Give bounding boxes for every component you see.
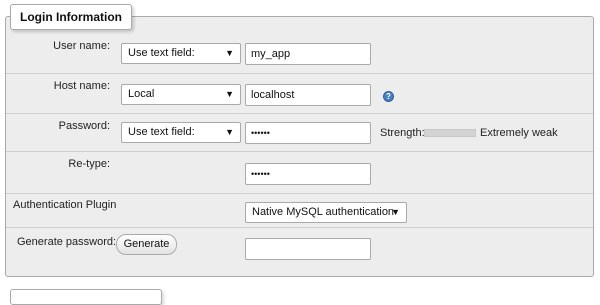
row-divider (6, 227, 593, 228)
chevron-down-icon: ▼ (391, 207, 400, 217)
password-label: Password: (58, 120, 110, 132)
password-input[interactable]: •••••• (245, 122, 371, 144)
username-mode-select[interactable]: Use text field: ▼ (121, 43, 241, 64)
hostname-label: Host name: (53, 80, 110, 92)
help-icon[interactable]: ? (383, 91, 394, 102)
username-input[interactable]: my_app (245, 43, 371, 65)
hostname-mode-select[interactable]: Local ▼ (121, 84, 241, 105)
row-divider (6, 193, 593, 194)
chevron-down-icon: ▼ (225, 89, 234, 99)
generated-password-input[interactable] (245, 238, 371, 260)
auth-plugin-label: Authentication Plugin (13, 199, 117, 211)
chevron-down-icon: ▼ (225, 48, 234, 58)
generate-button[interactable]: Generate (116, 234, 177, 255)
username-mode-value: Use text field: (128, 47, 195, 59)
username-label: User name: (53, 40, 110, 52)
row-divider (6, 151, 593, 152)
chevron-down-icon: ▼ (225, 127, 234, 137)
next-section-legend (10, 289, 162, 305)
retype-label: Re-type: (68, 158, 110, 170)
section-legend: Login Information (10, 4, 132, 30)
password-mode-value: Use text field: (128, 126, 195, 138)
row-divider (6, 73, 593, 74)
hostname-mode-value: Local (128, 88, 155, 100)
password-strength-meter (424, 129, 476, 137)
generate-password-label: Generate password: (17, 236, 117, 248)
auth-plugin-value: Native MySQL authentication (252, 206, 395, 218)
hostname-input[interactable]: localhost (245, 84, 371, 106)
retype-input[interactable]: •••••• (245, 163, 371, 185)
strength-text: Extremely weak (480, 127, 558, 139)
row-divider (6, 113, 593, 114)
strength-label: Strength: (380, 127, 425, 139)
auth-plugin-select[interactable]: Native MySQL authentication ▼ (245, 202, 407, 223)
password-mode-select[interactable]: Use text field: ▼ (121, 122, 241, 143)
